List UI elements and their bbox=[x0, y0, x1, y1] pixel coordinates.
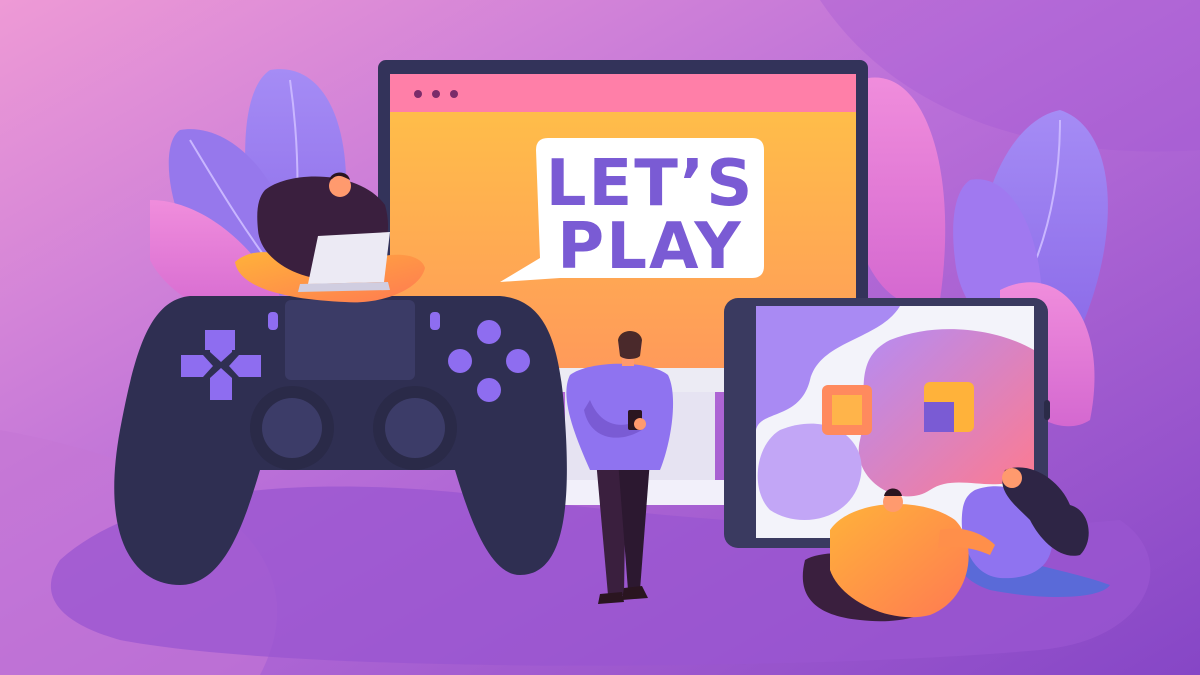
window-dot-icon bbox=[432, 90, 440, 98]
face-button-icon bbox=[506, 349, 530, 373]
standing-hand bbox=[634, 418, 646, 430]
left-stick-top bbox=[262, 398, 322, 458]
right-stick-top bbox=[385, 398, 445, 458]
woman-head bbox=[1002, 468, 1022, 488]
standing-hair bbox=[618, 331, 642, 359]
speech-bubble-line2: PLAY bbox=[557, 210, 742, 284]
tablet-side-button bbox=[1044, 400, 1050, 420]
tablet-square-right-inner bbox=[924, 402, 954, 432]
scene-svg: LET’S PLAY bbox=[0, 0, 1200, 675]
face-button-icon bbox=[477, 320, 501, 344]
controller-touchpad bbox=[285, 300, 415, 380]
monitor-titlebar bbox=[390, 74, 856, 112]
controller-light-left bbox=[268, 312, 278, 330]
controller-light-right bbox=[430, 312, 440, 330]
tablet-square-left-inner bbox=[832, 395, 862, 425]
window-dot-icon bbox=[414, 90, 422, 98]
face-button-icon bbox=[477, 378, 501, 402]
gaming-illustration: LET’S PLAY bbox=[0, 0, 1200, 675]
face-button-icon bbox=[448, 349, 472, 373]
laptop-icon bbox=[308, 232, 390, 284]
window-dot-icon bbox=[450, 90, 458, 98]
